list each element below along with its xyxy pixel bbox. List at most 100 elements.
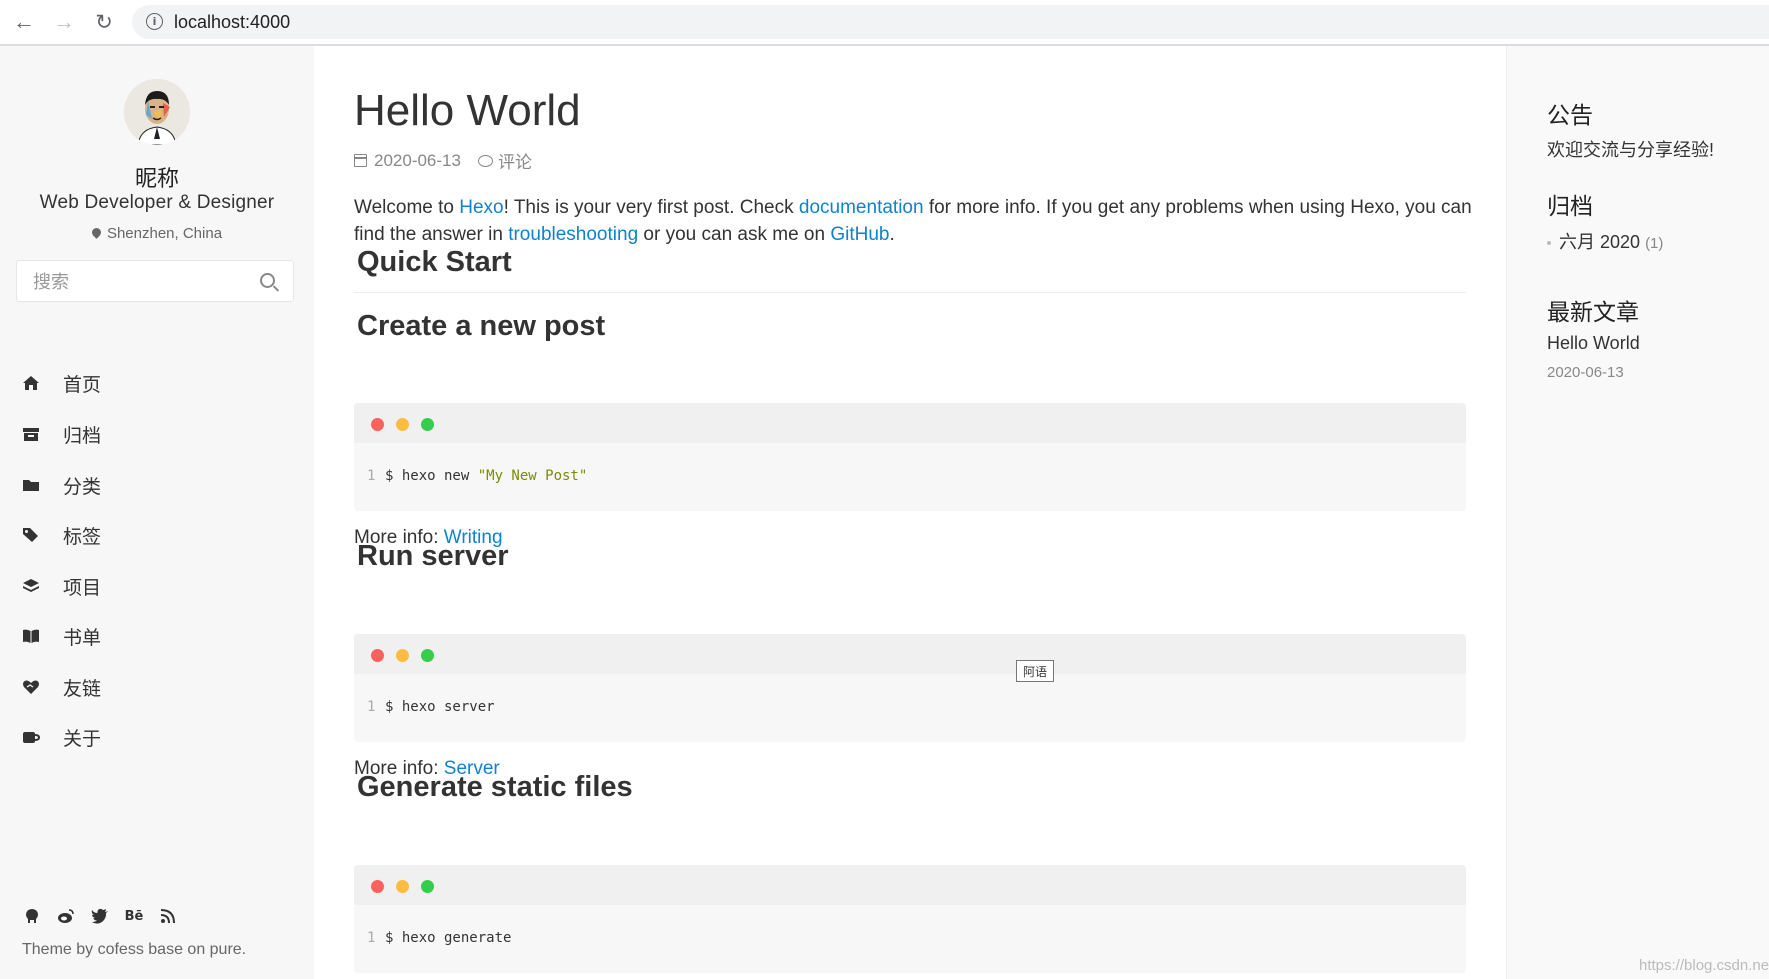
heart-handshake-icon [22,678,40,696]
code-header [354,865,1466,905]
twitter-icon[interactable] [90,906,110,926]
back-arrow-icon[interactable]: ← [8,6,40,38]
sidebar-item-label: 标签 [63,526,102,548]
recent-posts-heading: 最新文章 [1547,299,1639,325]
left-sidebar: 昵称 Web Developer & Designer Shenzhen, Ch… [0,46,315,979]
intro-text: or you can ask me on [638,224,831,245]
sidebar-item-label: 友链 [63,678,102,700]
code-text: $ hexo generate [385,930,512,946]
line-number: 1 [367,930,376,946]
calendar-icon [354,154,367,167]
archive-month-item[interactable]: 六月 2020 (1) [1547,228,1663,254]
post-date: 2020-06-13 [374,150,461,170]
sidebar-item-category[interactable]: 分类 [0,465,314,505]
search-input[interactable] [31,269,255,295]
code-command: $ hexo new [385,468,478,484]
comment-icon [477,154,493,167]
post-meta: 2020-06-13 评论 [354,148,532,173]
code-text: $ hexo server [385,699,495,715]
layers-icon [22,577,40,595]
search-box [16,260,294,302]
intro-text: Welcome to [354,197,460,218]
reload-icon[interactable]: ↻ [88,6,120,38]
archive-month: 六月 2020 [1559,232,1641,252]
comments-link[interactable]: 评论 [498,148,532,173]
intro-text: ! This is your very first post. Check [503,197,799,218]
forward-arrow-icon[interactable]: → [48,6,80,38]
address-bar[interactable]: i localhost:4000 [132,5,1769,39]
sidebar-item-label: 关于 [63,728,102,750]
heading-generate: Generate static files [357,771,633,803]
code-block-generate: 1 $ hexo generate [354,865,1466,973]
window-dot-yellow [396,418,409,431]
sidebar-item-label: 书单 [63,627,102,649]
archive-count: (1) [1645,235,1664,252]
window-dot-green [421,649,434,662]
url-text[interactable]: localhost:4000 [174,12,290,33]
troubleshooting-link[interactable]: troubleshooting [508,224,638,245]
coffee-icon [22,728,40,746]
code-block-create: 1 $ hexo new "My New Post" [354,403,1466,511]
hexo-link[interactable]: Hexo [459,197,503,218]
code-text: $ hexo new "My New Post" [385,468,587,484]
browser-toolbar: ← → ↻ i localhost:4000 [0,0,1769,46]
tags-icon [22,526,40,544]
window-dot-red [371,649,384,662]
home-icon [22,374,40,392]
heading-divider [354,292,1466,293]
site-info-icon[interactable]: i [146,13,163,30]
location-pin-icon [90,226,103,239]
code-header [354,634,1466,674]
github-link[interactable]: GitHub [830,224,889,245]
heading-run-server: Run server [357,540,509,572]
tooltip: 阿语 [1016,660,1054,682]
social-links: Bē [22,906,192,926]
line-number: 1 [367,699,376,715]
code-header [354,403,1466,443]
sidebar-item-archive[interactable]: 归档 [0,414,314,454]
recent-post-date: 2020-06-13 [1547,364,1624,381]
sidebar-item-about[interactable]: 关于 [0,717,314,757]
notice-heading: 公告 [1547,102,1593,128]
sidebar-item-links[interactable]: 友链 [0,667,314,707]
window-dot-green [421,418,434,431]
bullet-icon [1547,241,1551,245]
documentation-link[interactable]: documentation [799,197,924,218]
avatar[interactable] [124,79,190,145]
window-dot-yellow [396,649,409,662]
search-icon[interactable] [260,273,275,288]
sidebar-item-label: 项目 [63,577,102,599]
code-string: "My New Post" [477,468,588,484]
heading-quick-start: Quick Start [357,246,512,278]
github-icon[interactable] [22,906,42,926]
avatar-illustration [124,79,190,145]
code-block-server: 1 $ hexo server [354,634,1466,742]
intro-text: . [889,224,895,245]
behance-icon[interactable]: Bē [124,906,144,926]
location-text: Shenzhen, China [106,225,223,242]
line-number: 1 [367,468,376,484]
sidebar-item-label: 分类 [63,476,102,498]
recent-post-link[interactable]: Hello World [1547,333,1640,354]
notice-text: 欢迎交流与分享经验! [1547,140,1715,160]
watermark: https://blog.csdn.ne [1639,957,1769,974]
archive-heading: 归档 [1547,193,1593,219]
sidebar-item-tags[interactable]: 标签 [0,515,314,555]
theme-credit: Theme by cofess base on pure. [22,941,247,958]
window-dot-yellow [396,880,409,893]
post-content: Hello World 2020-06-13 评论 Welcome to Hex… [314,46,1506,979]
post-title: Hello World [354,86,581,135]
window-dot-red [371,418,384,431]
sidebar-item-home[interactable]: 首页 [0,363,314,403]
folder-icon [22,476,40,494]
book-icon [22,627,40,645]
sidebar-item-projects[interactable]: 项目 [0,566,314,606]
role-tagline: Web Developer & Designer [39,192,275,213]
window-dot-green [421,880,434,893]
sidebar-item-books[interactable]: 书单 [0,616,314,656]
intro-paragraph: Welcome to Hexo! This is your very first… [354,194,1474,248]
weibo-icon[interactable] [56,906,76,926]
rss-icon[interactable] [158,906,178,926]
archive-icon [22,425,40,443]
right-sidebar: 公告 欢迎交流与分享经验! 归档 六月 2020 (1) 最新文章 Hello … [1506,46,1769,979]
